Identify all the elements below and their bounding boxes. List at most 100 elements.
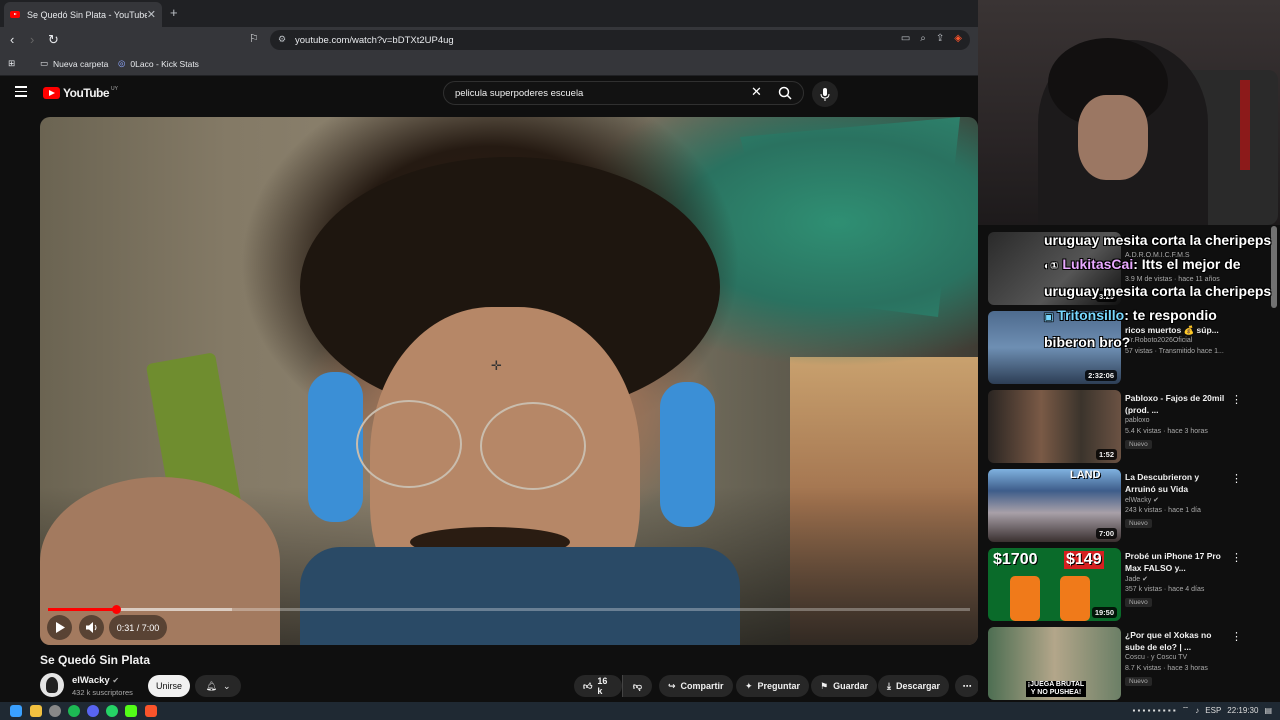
windows-start-icon[interactable] [10, 705, 22, 717]
subscriber-count: 432 k suscriptores [72, 688, 133, 697]
recommendation-title: Probé un iPhone 17 Pro Max FALSO y... [1125, 551, 1221, 573]
url-bar[interactable]: ⚙ youtube.com/watch?v=bDTXt2UP4ug ▭ ⌕ ⇪ … [270, 30, 970, 50]
brave-shield-icon[interactable]: ◈ [954, 33, 962, 44]
tab-close-icon[interactable]: ✕ [147, 8, 156, 21]
volume-tray-icon[interactable]: ♪ [1195, 706, 1199, 715]
brave-browser-icon[interactable] [145, 705, 157, 717]
channel-avatar[interactable] [40, 673, 64, 697]
new-tab-button[interactable]: + [170, 5, 178, 20]
channel-name[interactable]: elWacky ✔ [72, 675, 119, 686]
back-icon[interactable]: ‹ [10, 32, 14, 47]
notifications-icon[interactable]: ▤ [1264, 706, 1272, 715]
zoom-icon[interactable]: ⌕ [920, 33, 926, 44]
chevron-down-icon: ⌄ [222, 680, 231, 691]
play-button[interactable] [47, 615, 72, 640]
recommendation-item[interactable]: LAND 7:00 La Descubrieron y Arruinó su V… [988, 469, 1278, 545]
apps-grid-icon[interactable]: ⊞ [8, 58, 15, 69]
wifi-icon[interactable]: ⌔ [1182, 705, 1190, 715]
folder-icon: ▭ [40, 58, 49, 68]
bookmark-label: 0Laco - Kick Stats [130, 58, 199, 69]
recommendation-meta: 357 k vistas · hace 4 días [1125, 586, 1205, 593]
system-tray: ▪ ▪ ▪ ▪ ▪ ▪ ▪ ▪ ▪ ⌔ ♪ ESP 22:19:30 ▤ [1132, 705, 1272, 715]
url-text: youtube.com/watch?v=bDTXt2UP4ug [295, 34, 454, 46]
more-vert-icon[interactable]: ⋮ [1231, 472, 1242, 485]
more-vert-icon[interactable]: ⋮ [1231, 393, 1242, 406]
more-vert-icon[interactable]: ⋮ [1231, 630, 1242, 643]
language-indicator[interactable]: ESP [1205, 706, 1221, 715]
search-icon [778, 86, 792, 100]
like-button[interactable]: 👍︎ 16 k [574, 675, 622, 697]
video-frame-headset [308, 372, 363, 522]
streamer-webcam [978, 0, 1280, 225]
more-actions-button[interactable]: ⋯ [955, 675, 979, 697]
recommendation-thumbnail[interactable]: ¡JUEGA BRUTAL Y NO PUSHEA! [988, 627, 1121, 700]
cast-icon[interactable]: ▭ [901, 33, 910, 44]
menu-icon[interactable] [15, 86, 27, 100]
whatsapp-icon[interactable] [106, 705, 118, 717]
like-count: 16 k [597, 676, 608, 696]
search-button[interactable] [770, 82, 800, 104]
thumbs-up-icon: 👍︎ [583, 680, 593, 691]
browser-tab[interactable]: Se Quedó Sin Plata - YouTube ✕ [4, 2, 162, 27]
video-progress-bar[interactable] [48, 605, 970, 614]
recommendation-thumbnail[interactable]: LAND 7:00 [988, 469, 1121, 542]
kick-icon: ◎ [118, 58, 126, 68]
tray-apps-icon[interactable]: ▪ ▪ ▪ ▪ ▪ ▪ ▪ ▪ ▪ [1132, 706, 1175, 715]
recommendation-thumbnail[interactable]: $1700 $149 19:50 [988, 548, 1121, 621]
recommendation-item[interactable]: ¡JUEGA BRUTAL Y NO PUSHEA! ¿Por que el X… [988, 627, 1278, 702]
site-info-icon[interactable]: ⚙ [278, 34, 286, 45]
tab-title: Se Quedó Sin Plata - YouTube [27, 9, 147, 20]
new-badge: Nuevo [1125, 677, 1152, 686]
forward-icon[interactable]: › [30, 32, 34, 47]
clear-search-icon[interactable]: ✕ [751, 84, 762, 100]
recommendation-title: Pabloxo - Fajos de 20mil (prod. ... [1125, 393, 1225, 415]
webcam-chair-stripe [1240, 80, 1250, 170]
video-title: Se Quedó Sin Plata [40, 653, 151, 667]
video-frame-headset [660, 382, 715, 527]
more-vert-icon[interactable]: ⋮ [1231, 551, 1242, 564]
download-button[interactable]: ⤓ Descargar [878, 675, 950, 697]
recommendation-item[interactable]: $1700 $149 19:50 Probé un iPhone 17 Pro … [988, 548, 1278, 624]
chat-badge-icon: ▣ [1044, 312, 1054, 323]
ask-label: Preguntar [757, 681, 801, 691]
ask-button[interactable]: ✦ Preguntar [736, 675, 810, 697]
recommendation-item[interactable]: 1:52 Pabloxo - Fajos de 20mil (prod. ...… [988, 390, 1278, 466]
discord-icon[interactable] [87, 705, 99, 717]
join-button[interactable]: Unirse [148, 675, 190, 697]
recommendation-channel: Coscu · y Coscu TV [1125, 654, 1188, 661]
bookmark-nueva-carpeta[interactable]: ▭ Nueva carpeta [40, 58, 108, 69]
verified-icon: ✔ [1142, 576, 1149, 583]
search-input[interactable]: pelicula superpoderes escuela [443, 81, 804, 105]
file-explorer-icon[interactable] [30, 705, 42, 717]
reload-icon[interactable]: ↻ [48, 32, 59, 48]
obs-icon[interactable] [49, 705, 61, 717]
dislike-button[interactable]: 👎︎ [622, 675, 652, 697]
share-label: Compartir [680, 681, 724, 691]
recommendation-thumbnail[interactable]: 1:52 [988, 390, 1121, 463]
notifications-button[interactable]: 🔔︎ ⌄ [195, 675, 241, 697]
spotify-icon[interactable] [68, 705, 80, 717]
chat-message: : Itts el mejor de [1133, 256, 1241, 272]
clock[interactable]: 22:19:30 [1227, 706, 1258, 715]
new-badge: Nuevo [1125, 598, 1152, 607]
volume-button[interactable] [79, 615, 104, 640]
youtube-header: YouTube UY pelicula superpoderes escuela… [0, 76, 978, 114]
kick-app-icon[interactable] [125, 705, 137, 717]
thumbnail-price-left: $1700 [993, 551, 1038, 568]
video-player[interactable] [40, 117, 978, 645]
video-frame-shirt [300, 547, 740, 645]
voice-search-button[interactable] [812, 81, 838, 107]
thumbnail-caption: ¡JUEGA BRUTAL Y NO PUSHEA! [1026, 681, 1086, 697]
youtube-logo[interactable]: YouTube UY [43, 86, 118, 100]
new-badge: Nuevo [1125, 440, 1152, 449]
logo-text: YouTube [63, 86, 110, 100]
microphone-icon [820, 87, 830, 101]
bookmark-icon[interactable]: ⚐ [249, 32, 259, 45]
bookmark-kick-stats[interactable]: ◎ 0Laco - Kick Stats [118, 58, 199, 69]
thumbnail-phone [1010, 576, 1040, 621]
share-icon[interactable]: ⇪ [936, 33, 944, 44]
chat-username: Tritonsillo [1057, 307, 1125, 323]
save-button[interactable]: ⚑ Guardar [811, 675, 878, 697]
share-button[interactable]: ↪ Compartir [659, 675, 733, 697]
recommendation-meta: 5.4 K vistas · hace 3 horas [1125, 428, 1208, 435]
